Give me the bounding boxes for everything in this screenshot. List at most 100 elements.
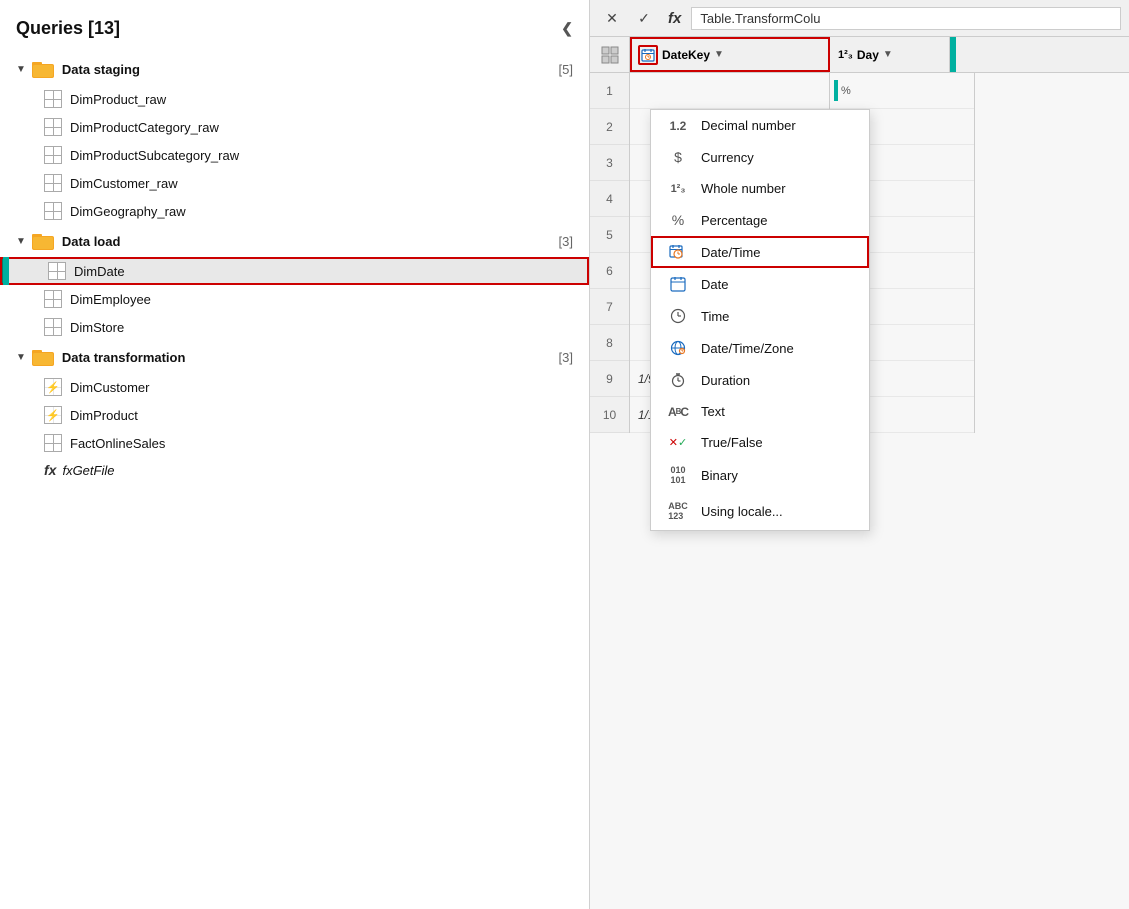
menu-item-label: Using locale... xyxy=(701,504,783,519)
data-cell xyxy=(855,109,974,145)
folder-icon xyxy=(32,347,54,367)
collapse-button[interactable]: ❮ xyxy=(561,20,573,37)
menu-item-currency[interactable]: $ Currency xyxy=(651,141,869,173)
data-cell xyxy=(855,73,974,109)
group-transform-label: Data transformation xyxy=(62,350,186,365)
menu-item-decimal[interactable]: 1.2 Decimal number xyxy=(651,110,869,141)
table-icon xyxy=(44,90,62,108)
group-transform-count: [3] xyxy=(559,350,573,365)
query-dimemployee[interactable]: DimEmployee xyxy=(0,285,589,313)
whole-number-icon: 1²₃ xyxy=(667,183,689,195)
menu-item-label: Whole number xyxy=(701,181,786,196)
table-icon xyxy=(44,290,62,308)
cancel-button[interactable]: ✕ xyxy=(598,4,626,32)
query-dimproduct-raw[interactable]: DimProduct_raw xyxy=(0,85,589,113)
query-dimcustomer-raw[interactable]: DimCustomer_raw xyxy=(0,169,589,197)
query-label: DimProductSubcategory_raw xyxy=(70,148,239,163)
row-num-3: 3 xyxy=(590,145,629,181)
query-dimproduct[interactable]: ⚡ DimProduct xyxy=(0,401,589,429)
menu-item-duration[interactable]: Duration xyxy=(651,364,869,396)
day-column-header[interactable]: 1²₃ Day ▼ xyxy=(830,37,950,72)
query-label: DimProductCategory_raw xyxy=(70,120,219,135)
row-numbers: 1 2 3 4 5 6 7 8 9 10 xyxy=(590,73,630,433)
grid-icon xyxy=(590,37,629,72)
query-dimstore[interactable]: DimStore xyxy=(0,313,589,341)
data-cell xyxy=(855,181,974,217)
queries-header: Queries [13] ❮ xyxy=(0,0,589,53)
menu-item-truefalse[interactable]: ✕ ✓ True/False xyxy=(651,427,869,458)
fx-symbol: fx xyxy=(662,10,687,27)
day-data-column: 1 xyxy=(855,73,975,433)
menu-item-label: Date xyxy=(701,277,728,292)
query-label: DimDate xyxy=(74,264,125,279)
menu-item-label: Duration xyxy=(701,373,750,388)
triangle-icon: ▼ xyxy=(16,64,26,75)
confirm-button[interactable]: ✓ xyxy=(630,4,658,32)
row-num-9: 9 xyxy=(590,361,629,397)
menu-item-label: Time xyxy=(701,309,729,324)
active-accent xyxy=(3,257,9,285)
menu-item-time[interactable]: Time xyxy=(651,300,869,332)
teal-accent-column xyxy=(950,37,956,72)
table-icon xyxy=(44,174,62,192)
query-label: DimCustomer_raw xyxy=(70,176,178,191)
date-icon xyxy=(667,276,689,292)
data-cell xyxy=(855,361,974,397)
column-header-row: DateKey ▼ 1²₃ Day ▼ xyxy=(590,37,1129,73)
menu-item-label: Decimal number xyxy=(701,118,796,133)
text-icon: ABC xyxy=(667,405,689,419)
pct-cell: % xyxy=(830,73,855,109)
query-label: DimProduct_raw xyxy=(70,92,166,107)
menu-item-label: Text xyxy=(701,404,725,419)
percentage-icon: % xyxy=(667,212,689,228)
truefalse-icon: ✕ ✓ xyxy=(667,436,689,449)
group-data-staging[interactable]: ▼ Data staging [5] xyxy=(0,53,589,85)
query-dimdate[interactable]: DimDate xyxy=(0,257,589,285)
query-dimproductcategory-raw[interactable]: DimProductCategory_raw xyxy=(0,113,589,141)
fx-icon: fx xyxy=(44,462,56,478)
data-cell xyxy=(855,145,974,181)
data-cell xyxy=(855,253,974,289)
data-cell xyxy=(855,289,974,325)
day-dropdown-arrow-icon[interactable]: ▼ xyxy=(883,49,893,60)
menu-item-datetime[interactable]: Date/Time xyxy=(651,236,869,268)
group-data-transform[interactable]: ▼ Data transformation [3] xyxy=(0,341,589,373)
query-fxgetfile[interactable]: fx fxGetFile xyxy=(0,457,589,483)
duration-icon xyxy=(667,372,689,388)
decimal-icon: 1.2 xyxy=(667,119,689,133)
menu-item-datetimezone[interactable]: Date/Time/Zone xyxy=(651,332,869,364)
triangle-icon: ▼ xyxy=(16,236,26,247)
menu-item-locale[interactable]: ABC123 Using locale... xyxy=(651,494,869,530)
row-num-6: 6 xyxy=(590,253,629,289)
group-data-load[interactable]: ▼ Data load [3] xyxy=(0,225,589,257)
query-label: fxGetFile xyxy=(62,463,114,478)
query-dimgeography-raw[interactable]: DimGeography_raw xyxy=(0,197,589,225)
formula-bar: ✕ ✓ fx xyxy=(590,0,1129,37)
group-load-label: Data load xyxy=(62,234,121,249)
menu-item-binary[interactable]: 010101 Binary xyxy=(651,458,869,494)
group-load-count: [3] xyxy=(559,234,573,249)
datekey-col-name: DateKey xyxy=(662,48,710,62)
menu-item-whole[interactable]: 1²₃ Whole number xyxy=(651,173,869,204)
queries-panel: Queries [13] ❮ ▼ Data staging [5] DimPro… xyxy=(0,0,590,909)
menu-item-date[interactable]: Date xyxy=(651,268,869,300)
dropdown-arrow-icon[interactable]: ▼ xyxy=(714,49,724,60)
menu-item-label: Date/Time/Zone xyxy=(701,341,794,356)
menu-item-label: Currency xyxy=(701,150,754,165)
type-dropdown-menu: 1.2 Decimal number $ Currency 1²₃ Whole … xyxy=(650,109,870,531)
lightning-table-icon: ⚡ xyxy=(44,378,62,396)
table-selector-icon xyxy=(601,46,619,64)
query-list: ▼ Data staging [5] DimProduct_raw DimPro… xyxy=(0,53,589,503)
formula-input[interactable] xyxy=(691,7,1121,30)
datekey-column-header[interactable]: DateKey ▼ xyxy=(630,37,830,72)
table-icon xyxy=(44,202,62,220)
query-factonlinesales[interactable]: FactOnlineSales xyxy=(0,429,589,457)
table-icon xyxy=(44,146,62,164)
menu-item-text[interactable]: ABC Text xyxy=(651,396,869,427)
calendar-datetime-icon xyxy=(641,48,655,62)
menu-item-percentage[interactable]: % Percentage xyxy=(651,204,869,236)
data-cell xyxy=(855,217,974,253)
query-dimcustomer[interactable]: ⚡ DimCustomer xyxy=(0,373,589,401)
query-dimproductsubcategory-raw[interactable]: DimProductSubcategory_raw xyxy=(0,141,589,169)
row-num-5: 5 xyxy=(590,217,629,253)
